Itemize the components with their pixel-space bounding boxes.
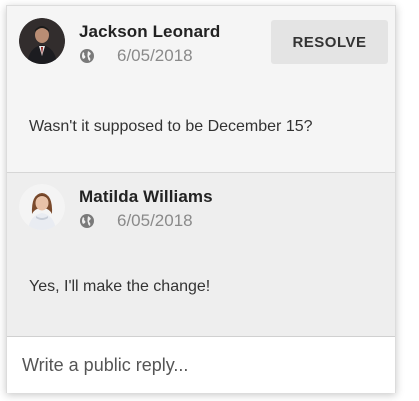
comment-text: Wasn't it supposed to be December 15?: [29, 118, 313, 135]
comment-reply: Matilda Williams 6/05/2018 Yes, I'll mak…: [7, 172, 395, 336]
comment-meta: 6/05/2018: [79, 46, 193, 66]
comment-date: 6/05/2018: [117, 46, 193, 65]
avatar: [19, 18, 65, 64]
reply-input[interactable]: [7, 337, 395, 393]
globe-icon: [79, 48, 95, 64]
comment-text: Yes, I'll make the change!: [29, 278, 211, 295]
avatar: [19, 184, 65, 230]
comment-author: Jackson Leonard: [79, 22, 221, 41]
reply-box: [7, 336, 395, 393]
comment-date: 6/05/2018: [117, 211, 193, 230]
comment-thread-card: Jackson Leonard 6/05/2018 RESOLVE Wasn't…: [6, 5, 396, 393]
comment: Jackson Leonard 6/05/2018 RESOLVE Wasn't…: [7, 6, 395, 172]
comment-meta: 6/05/2018: [79, 211, 193, 231]
resolve-button[interactable]: RESOLVE: [271, 20, 388, 64]
comment-author: Matilda Williams: [79, 187, 213, 206]
globe-icon: [79, 213, 95, 229]
